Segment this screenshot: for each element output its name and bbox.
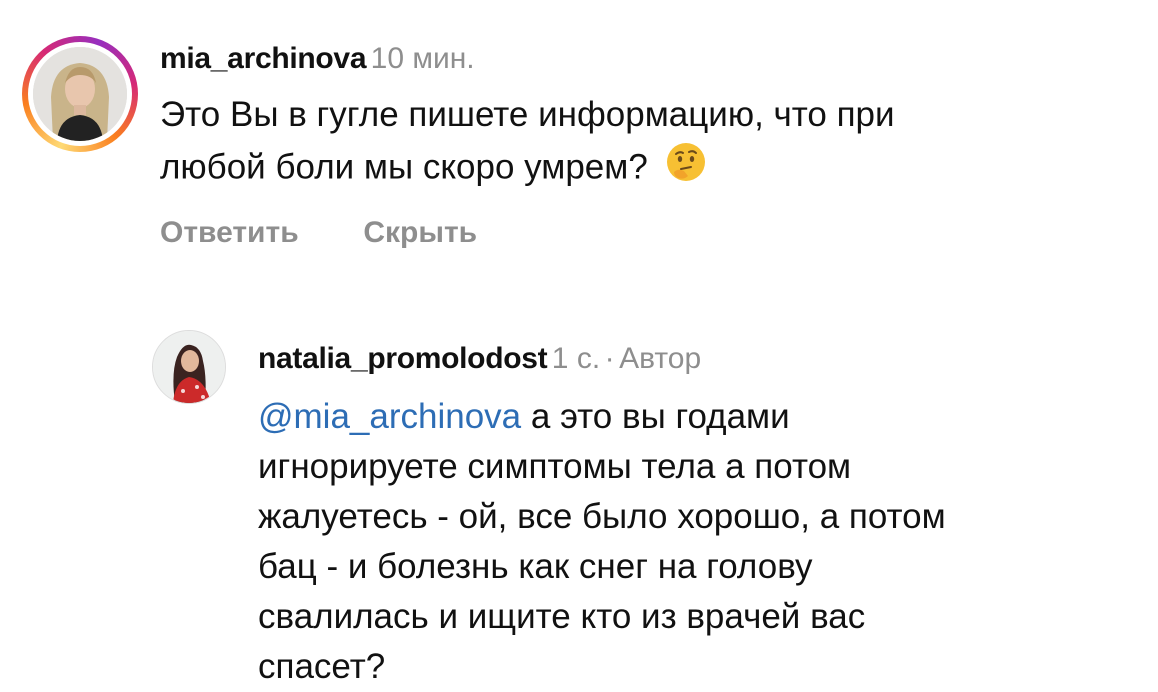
comment-text: @mia_archinova а это вы годами игнорируе… [258,392,946,692]
username[interactable]: mia_archinova [160,42,367,75]
comment-text: Это Вы в гугле пишете информацию, что пр… [160,90,895,198]
comment-line: Это Вы в гугле пишете информацию, что пр… [160,95,895,134]
avatar-natalia[interactable] [152,330,226,404]
comment-line: жалуетесь - ой, все было хорошо, а потом [258,497,946,536]
comment-meta: natalia_promolodost 1 с. · Автор [258,344,701,374]
thinking-face-icon [664,140,708,198]
meta-separator: · [604,342,615,375]
comment-actions: Ответить Скрыть [160,216,477,250]
comment-line-wrap: любой боли мы скоро умрем? [160,140,895,198]
avatar-mia[interactable] [33,47,127,141]
story-ring[interactable] [22,36,138,152]
username[interactable]: natalia_promolodost [258,342,548,375]
comment-line: игнорируете симптомы тела а потом [258,447,852,486]
comment-line: любой боли мы скоро умрем? [160,147,648,187]
author-badge: Автор [619,342,702,375]
reply-button[interactable]: Ответить [160,216,299,249]
comment-line: а это вы годами [521,397,790,436]
comment-line: свалилась и ищите кто из врачей вас [258,597,866,636]
comment-line: спасет? [258,647,386,686]
hide-button[interactable]: Скрыть [363,216,477,249]
timestamp: 1 с. [551,342,601,375]
comment-meta: mia_archinova 10 мин. [160,44,475,74]
comment-line-wrap: @mia_archinova а это вы годами [258,392,946,442]
comment-line: бац - и болезнь как снег на голову [258,547,813,586]
comments-screen: { "comments": [ { "username": "mia_archi… [0,0,1158,692]
mention-link[interactable]: @mia_archinova [258,397,521,436]
timestamp: 10 мин. [370,42,475,75]
